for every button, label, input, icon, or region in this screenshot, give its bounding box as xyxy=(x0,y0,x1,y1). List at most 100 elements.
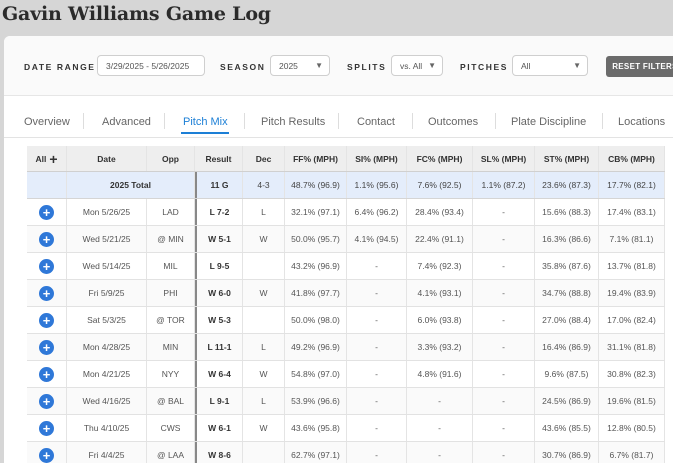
plus-circle-icon[interactable]: + xyxy=(39,258,54,274)
decision: L xyxy=(243,388,285,414)
date-range-input[interactable]: 3/29/2025 - 5/26/2025 xyxy=(97,55,205,76)
plus-circle-icon[interactable]: + xyxy=(39,204,54,220)
column-header[interactable]: ST% (MPH) xyxy=(535,146,599,171)
total-cb: 17.7% (82.1) xyxy=(599,172,665,198)
cb-pct-mph: 30.8% (82.3) xyxy=(599,361,665,387)
fc-pct-mph: 3.3% (93.2) xyxy=(407,334,473,360)
column-header[interactable]: Date xyxy=(67,146,147,171)
plus-circle-icon[interactable]: + xyxy=(39,231,54,247)
column-header[interactable]: FF% (MPH) xyxy=(285,146,347,171)
fc-pct-mph: 7.4% (92.3) xyxy=(407,253,473,279)
reset-filters-button[interactable]: RESET FILTERS xyxy=(606,56,673,77)
column-header[interactable]: Opp xyxy=(147,146,195,171)
opponent: CWS xyxy=(147,415,195,441)
total-st: 23.6% (87.3) xyxy=(535,172,599,198)
ff-pct-mph: 50.0% (98.0) xyxy=(285,307,347,333)
tab-advanced[interactable]: Advanced xyxy=(102,116,151,128)
total-fc: 7.6% (92.5) xyxy=(407,172,473,198)
st-pct-mph: 34.7% (88.8) xyxy=(535,280,599,306)
tab-pitch-results[interactable]: Pitch Results xyxy=(261,116,325,128)
tab-plate-discipline[interactable]: Plate Discipline xyxy=(511,116,586,128)
table-row: + Wed 5/21/25 @ MIN W 5-1 W 50.0% (95.7) 4.1% … xyxy=(27,226,665,253)
table-row: + Mon 4/21/25 NYY W 6-4 W 54.8% (97.0) -4.8% (… xyxy=(27,361,665,388)
game-result: L 11-1 xyxy=(195,334,243,360)
fc-pct-mph: 6.0% (93.8) xyxy=(407,307,473,333)
game-result: W 8-6 xyxy=(195,442,243,463)
tab-overview[interactable]: Overview xyxy=(24,116,70,128)
table-row: + Wed 4/16/25 @ BAL L 9-1 L 53.9% (96.6) - - -24… xyxy=(27,388,665,415)
plus-circle-icon[interactable]: + xyxy=(39,366,54,382)
all-label: All xyxy=(35,153,47,164)
column-header[interactable]: Result xyxy=(195,146,243,171)
sl-pct-mph: - xyxy=(473,361,535,387)
filter-bar: DATE RANGE 3/29/2025 - 5/26/2025 SEASON … xyxy=(4,36,673,96)
column-header[interactable]: SI% (MPH) xyxy=(347,146,407,171)
splits-select[interactable]: vs. All ▼ xyxy=(391,55,443,76)
tab-locations[interactable]: Locations xyxy=(618,116,665,128)
plus-circle-icon[interactable]: + xyxy=(39,312,54,328)
sl-pct-mph: - xyxy=(473,226,535,252)
ff-pct-mph: 50.0% (95.7) xyxy=(285,226,347,252)
tab-outcomes[interactable]: Outcomes xyxy=(428,116,478,128)
pitches-select[interactable]: All ▼ xyxy=(512,55,588,76)
st-pct-mph: 15.6% (88.3) xyxy=(535,199,599,225)
expand-row-button[interactable]: + xyxy=(27,226,67,252)
decision xyxy=(243,307,285,333)
cb-pct-mph: 19.6% (81.5) xyxy=(599,388,665,414)
decision: W xyxy=(243,415,285,441)
si-pct-mph: - xyxy=(347,388,407,414)
total-dec: 4-3 xyxy=(243,172,285,198)
column-header[interactable]: FC% (MPH) xyxy=(407,146,473,171)
expand-spacer xyxy=(27,172,67,198)
table-row: + Sat 5/3/25 @ TOR W 5-3 50.0% (98.0) -6.0% (… xyxy=(27,307,665,334)
expand-row-button[interactable]: + xyxy=(27,442,67,463)
fc-pct-mph: - xyxy=(407,388,473,414)
plus-circle-icon[interactable]: + xyxy=(39,285,54,301)
tab-divider xyxy=(83,113,84,129)
page-title: Gavin Williams Game Log xyxy=(2,3,271,25)
decision: W xyxy=(243,226,285,252)
expand-row-button[interactable]: + xyxy=(27,307,67,333)
game-date: Sat 5/3/25 xyxy=(67,307,147,333)
cb-pct-mph: 7.1% (81.1) xyxy=(599,226,665,252)
expand-row-button[interactable]: + xyxy=(27,361,67,387)
fc-pct-mph: 22.4% (91.1) xyxy=(407,226,473,252)
opponent: @ LAA xyxy=(147,442,195,463)
date-range-label: DATE RANGE xyxy=(24,62,96,72)
si-pct-mph: - xyxy=(347,334,407,360)
table-row: + Mon 5/26/25 LAD L 7-2 L 32.1% (97.1) 6.4% (9… xyxy=(27,199,665,226)
all-toggle-header[interactable]: All + xyxy=(27,146,67,171)
total-ff: 48.7% (96.9) xyxy=(285,172,347,198)
table-row: + Mon 4/28/25 MIN L 11-1 L 49.2% (96.9) -3.3% … xyxy=(27,334,665,361)
tab-contact[interactable]: Contact xyxy=(357,116,395,128)
si-pct-mph: - xyxy=(347,307,407,333)
tab-bar: Overview Advanced Pitch Mix Pitch Result… xyxy=(4,104,673,138)
sl-pct-mph: - xyxy=(473,199,535,225)
opponent: @ BAL xyxy=(147,388,195,414)
game-result: W 6-0 xyxy=(195,280,243,306)
season-select[interactable]: 2025 ▼ xyxy=(270,55,330,76)
table-header-row: All + Date Opp Result Dec FF% (MPH) SI% (MPH) FC… xyxy=(27,146,665,172)
expand-row-button[interactable]: + xyxy=(27,280,67,306)
expand-row-button[interactable]: + xyxy=(27,253,67,279)
expand-row-button[interactable]: + xyxy=(27,388,67,414)
opponent: MIL xyxy=(147,253,195,279)
tab-divider xyxy=(244,113,245,129)
splits-label: SPLITS xyxy=(347,62,387,72)
column-header[interactable]: SL% (MPH) xyxy=(473,146,535,171)
decision: W xyxy=(243,280,285,306)
plus-circle-icon[interactable]: + xyxy=(39,420,54,436)
expand-row-button[interactable]: + xyxy=(27,334,67,360)
expand-row-button[interactable]: + xyxy=(27,415,67,441)
plus-circle-icon[interactable]: + xyxy=(39,447,54,463)
table-row: + Wed 5/14/25 MIL L 9-5 43.2% (96.9) -7.4% (9… xyxy=(27,253,665,280)
season-total-row: 2025 Total 11 G 4-3 48.7% (96.9) 1.1% (95.6)… xyxy=(27,172,665,199)
game-result: W 6-4 xyxy=(195,361,243,387)
column-header[interactable]: CB% (MPH) xyxy=(599,146,665,171)
plus-circle-icon[interactable]: + xyxy=(39,339,54,355)
column-header[interactable]: Dec xyxy=(243,146,285,171)
tab-pitch-mix[interactable]: Pitch Mix xyxy=(183,116,228,128)
opponent: MIN xyxy=(147,334,195,360)
expand-row-button[interactable]: + xyxy=(27,199,67,225)
plus-circle-icon[interactable]: + xyxy=(39,393,54,409)
